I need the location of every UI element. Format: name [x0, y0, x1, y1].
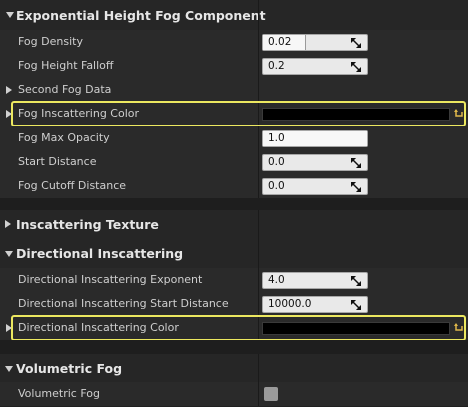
section-title-directional: Directional Inscattering: [16, 246, 184, 261]
row-directional-exponent: Directional Inscattering Exponent 4.0: [0, 268, 468, 293]
drag-handle-icon[interactable]: [351, 38, 361, 48]
directional-exponent-label: Directional Inscattering Exponent: [18, 273, 203, 286]
fog-inscattering-color-label: Fog Inscattering Color: [18, 107, 140, 120]
directional-color-swatch[interactable]: [262, 322, 450, 335]
section-gap: [0, 198, 468, 210]
fog-max-opacity-value: 1.0: [268, 132, 285, 144]
volumetric-fog-label: Volumetric Fog: [18, 387, 100, 400]
section-gap: [0, 340, 468, 354]
directional-exponent-value: 4.0: [268, 274, 285, 286]
directional-start-distance-label: Directional Inscattering Start Distance: [18, 297, 229, 310]
start-distance-value: 0.0: [268, 156, 285, 168]
collapse-arrow-icon[interactable]: [5, 251, 13, 257]
row-fog-density: Fog Density 0.02: [0, 30, 468, 55]
section-header-directional[interactable]: Directional Inscattering: [0, 238, 468, 269]
drag-handle-icon[interactable]: [351, 276, 361, 286]
volumetric-fog-checkbox[interactable]: [264, 387, 278, 401]
expand-arrow-icon[interactable]: [6, 110, 12, 118]
drag-handle-icon[interactable]: [351, 158, 361, 168]
directional-color-label: Directional Inscattering Color: [18, 321, 179, 334]
drag-handle-icon[interactable]: [351, 182, 361, 192]
reset-to-default-icon[interactable]: [454, 322, 464, 334]
collapse-arrow-icon[interactable]: [6, 12, 14, 18]
fog-density-label: Fog Density: [18, 35, 83, 48]
fog-cutoff-distance-field[interactable]: 0.0: [262, 178, 368, 195]
fog-height-falloff-field[interactable]: 0.2: [262, 58, 368, 75]
start-distance-label: Start Distance: [18, 155, 97, 168]
fog-density-value: 0.02: [268, 36, 292, 48]
start-distance-field[interactable]: 0.0: [262, 154, 368, 171]
fog-inscattering-color-swatch[interactable]: [262, 108, 450, 121]
directional-start-distance-field[interactable]: 10000.0: [262, 296, 368, 313]
row-second-fog-data[interactable]: Second Fog Data: [0, 78, 468, 103]
directional-start-distance-value: 10000.0: [268, 298, 312, 310]
fog-cutoff-distance-value: 0.0: [268, 180, 285, 192]
fog-cutoff-distance-label: Fog Cutoff Distance: [18, 179, 127, 192]
section-title-volumetric: Volumetric Fog: [16, 361, 123, 376]
section-title-fog: Exponential Height Fog Component: [16, 8, 266, 23]
fog-height-falloff-value: 0.2: [268, 60, 285, 72]
expand-arrow-icon[interactable]: [5, 220, 11, 228]
section-header-fog[interactable]: Exponential Height Fog Component: [0, 0, 468, 31]
column-divider[interactable]: [258, 0, 259, 30]
drag-handle-icon[interactable]: [351, 300, 361, 310]
directional-exponent-field[interactable]: 4.0: [262, 272, 368, 289]
section-title-inscattering-texture: Inscattering Texture: [16, 217, 159, 232]
section-header-inscattering-texture[interactable]: Inscattering Texture: [0, 210, 468, 239]
drag-handle-icon[interactable]: [351, 62, 361, 72]
fog-max-opacity-field[interactable]: 1.0: [262, 130, 368, 147]
row-directional-color: Directional Inscattering Color: [0, 316, 468, 341]
second-fog-data-label: Second Fog Data: [18, 83, 112, 96]
collapse-arrow-icon[interactable]: [5, 366, 13, 372]
fog-max-opacity-label: Fog Max Opacity: [18, 131, 110, 144]
row-volumetric-fog: Volumetric Fog: [0, 382, 468, 407]
row-start-distance: Start Distance 0.0: [0, 150, 468, 175]
fog-height-falloff-label: Fog Height Falloff: [18, 59, 114, 72]
row-fog-max-opacity: Fog Max Opacity 1.0: [0, 126, 468, 151]
row-fog-inscattering-color: Fog Inscattering Color: [0, 102, 468, 127]
expand-arrow-icon[interactable]: [6, 86, 12, 94]
reset-to-default-icon[interactable]: [454, 108, 464, 120]
section-header-volumetric[interactable]: Volumetric Fog: [0, 354, 468, 383]
expand-arrow-icon[interactable]: [6, 324, 12, 332]
fog-density-field[interactable]: 0.02: [262, 34, 368, 51]
row-directional-start-distance: Directional Inscattering Start Distance …: [0, 292, 468, 317]
row-fog-height-falloff: Fog Height Falloff 0.2: [0, 54, 468, 79]
row-fog-cutoff-distance: Fog Cutoff Distance 0.0: [0, 174, 468, 199]
